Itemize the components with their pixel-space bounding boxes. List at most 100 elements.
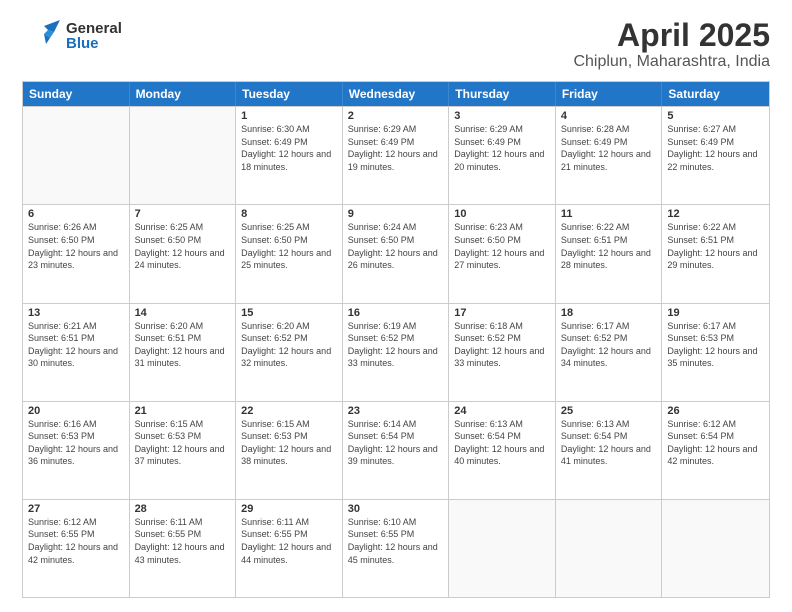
day-number: 3 [454,110,550,122]
page: General Blue April 2025 Chiplun, Maharas… [0,0,792,612]
day-number: 15 [241,307,337,319]
day-info: Sunrise: 6:16 AM Sunset: 6:53 PM Dayligh… [28,418,124,468]
day-info: Sunrise: 6:10 AM Sunset: 6:55 PM Dayligh… [348,516,444,566]
day-number: 23 [348,405,444,417]
calendar-header: SundayMondayTuesdayWednesdayThursdayFrid… [23,82,769,106]
calendar-cell: 16Sunrise: 6:19 AM Sunset: 6:52 PM Dayli… [343,304,450,401]
calendar-cell: 14Sunrise: 6:20 AM Sunset: 6:51 PM Dayli… [130,304,237,401]
calendar-cell: 2Sunrise: 6:29 AM Sunset: 6:49 PM Daylig… [343,107,450,204]
day-info: Sunrise: 6:21 AM Sunset: 6:51 PM Dayligh… [28,320,124,370]
calendar-body: 1Sunrise: 6:30 AM Sunset: 6:49 PM Daylig… [23,106,769,597]
calendar-cell: 10Sunrise: 6:23 AM Sunset: 6:50 PM Dayli… [449,205,556,302]
day-number: 14 [135,307,231,319]
calendar-week-1: 1Sunrise: 6:30 AM Sunset: 6:49 PM Daylig… [23,106,769,204]
day-number: 6 [28,208,124,220]
calendar-cell: 5Sunrise: 6:27 AM Sunset: 6:49 PM Daylig… [662,107,769,204]
calendar-cell: 23Sunrise: 6:14 AM Sunset: 6:54 PM Dayli… [343,402,450,499]
day-number: 24 [454,405,550,417]
day-info: Sunrise: 6:26 AM Sunset: 6:50 PM Dayligh… [28,221,124,271]
calendar-cell: 6Sunrise: 6:26 AM Sunset: 6:50 PM Daylig… [23,205,130,302]
logo-blue: Blue [66,36,122,51]
calendar-cell: 8Sunrise: 6:25 AM Sunset: 6:50 PM Daylig… [236,205,343,302]
day-info: Sunrise: 6:27 AM Sunset: 6:49 PM Dayligh… [667,123,764,173]
title-block: April 2025 Chiplun, Maharashtra, India [573,18,770,71]
day-number: 10 [454,208,550,220]
day-number: 27 [28,503,124,515]
calendar-header-saturday: Saturday [662,82,769,106]
day-info: Sunrise: 6:15 AM Sunset: 6:53 PM Dayligh… [135,418,231,468]
calendar-cell: 4Sunrise: 6:28 AM Sunset: 6:49 PM Daylig… [556,107,663,204]
calendar-cell: 29Sunrise: 6:11 AM Sunset: 6:55 PM Dayli… [236,500,343,597]
day-number: 21 [135,405,231,417]
calendar-week-3: 13Sunrise: 6:21 AM Sunset: 6:51 PM Dayli… [23,303,769,401]
logo: General Blue [22,18,122,54]
day-number: 16 [348,307,444,319]
calendar-cell [449,500,556,597]
generalblue-logo-icon [22,18,64,54]
calendar-header-friday: Friday [556,82,663,106]
calendar-cell: 13Sunrise: 6:21 AM Sunset: 6:51 PM Dayli… [23,304,130,401]
calendar-header-sunday: Sunday [23,82,130,106]
calendar-header-monday: Monday [130,82,237,106]
day-number: 22 [241,405,337,417]
calendar-cell: 1Sunrise: 6:30 AM Sunset: 6:49 PM Daylig… [236,107,343,204]
day-info: Sunrise: 6:11 AM Sunset: 6:55 PM Dayligh… [135,516,231,566]
day-info: Sunrise: 6:13 AM Sunset: 6:54 PM Dayligh… [561,418,657,468]
calendar-cell [130,107,237,204]
calendar-cell: 11Sunrise: 6:22 AM Sunset: 6:51 PM Dayli… [556,205,663,302]
day-number: 18 [561,307,657,319]
calendar-cell: 21Sunrise: 6:15 AM Sunset: 6:53 PM Dayli… [130,402,237,499]
calendar-cell: 26Sunrise: 6:12 AM Sunset: 6:54 PM Dayli… [662,402,769,499]
day-info: Sunrise: 6:20 AM Sunset: 6:52 PM Dayligh… [241,320,337,370]
day-number: 25 [561,405,657,417]
day-number: 1 [241,110,337,122]
day-number: 19 [667,307,764,319]
day-info: Sunrise: 6:12 AM Sunset: 6:55 PM Dayligh… [28,516,124,566]
calendar-header-tuesday: Tuesday [236,82,343,106]
day-number: 9 [348,208,444,220]
calendar-cell: 24Sunrise: 6:13 AM Sunset: 6:54 PM Dayli… [449,402,556,499]
day-info: Sunrise: 6:22 AM Sunset: 6:51 PM Dayligh… [561,221,657,271]
header: General Blue April 2025 Chiplun, Maharas… [22,18,770,71]
day-number: 7 [135,208,231,220]
calendar-cell [23,107,130,204]
day-number: 26 [667,405,764,417]
calendar-cell: 7Sunrise: 6:25 AM Sunset: 6:50 PM Daylig… [130,205,237,302]
day-number: 5 [667,110,764,122]
day-number: 29 [241,503,337,515]
day-number: 30 [348,503,444,515]
calendar-header-thursday: Thursday [449,82,556,106]
day-info: Sunrise: 6:18 AM Sunset: 6:52 PM Dayligh… [454,320,550,370]
calendar-header-wednesday: Wednesday [343,82,450,106]
day-info: Sunrise: 6:29 AM Sunset: 6:49 PM Dayligh… [348,123,444,173]
day-info: Sunrise: 6:12 AM Sunset: 6:54 PM Dayligh… [667,418,764,468]
day-number: 28 [135,503,231,515]
calendar-cell: 15Sunrise: 6:20 AM Sunset: 6:52 PM Dayli… [236,304,343,401]
page-title: April 2025 [573,18,770,53]
day-number: 4 [561,110,657,122]
day-number: 11 [561,208,657,220]
day-number: 13 [28,307,124,319]
calendar-cell: 18Sunrise: 6:17 AM Sunset: 6:52 PM Dayli… [556,304,663,401]
day-info: Sunrise: 6:20 AM Sunset: 6:51 PM Dayligh… [135,320,231,370]
logo-text: General Blue [66,21,122,51]
calendar-cell: 19Sunrise: 6:17 AM Sunset: 6:53 PM Dayli… [662,304,769,401]
day-number: 12 [667,208,764,220]
calendar-week-4: 20Sunrise: 6:16 AM Sunset: 6:53 PM Dayli… [23,401,769,499]
day-info: Sunrise: 6:11 AM Sunset: 6:55 PM Dayligh… [241,516,337,566]
calendar-week-5: 27Sunrise: 6:12 AM Sunset: 6:55 PM Dayli… [23,499,769,597]
calendar-cell: 17Sunrise: 6:18 AM Sunset: 6:52 PM Dayli… [449,304,556,401]
day-info: Sunrise: 6:15 AM Sunset: 6:53 PM Dayligh… [241,418,337,468]
calendar-cell [556,500,663,597]
calendar-cell: 27Sunrise: 6:12 AM Sunset: 6:55 PM Dayli… [23,500,130,597]
day-info: Sunrise: 6:25 AM Sunset: 6:50 PM Dayligh… [241,221,337,271]
day-info: Sunrise: 6:23 AM Sunset: 6:50 PM Dayligh… [454,221,550,271]
calendar-cell: 30Sunrise: 6:10 AM Sunset: 6:55 PM Dayli… [343,500,450,597]
day-info: Sunrise: 6:19 AM Sunset: 6:52 PM Dayligh… [348,320,444,370]
page-subtitle: Chiplun, Maharashtra, India [573,53,770,71]
day-number: 2 [348,110,444,122]
calendar-cell: 28Sunrise: 6:11 AM Sunset: 6:55 PM Dayli… [130,500,237,597]
day-number: 8 [241,208,337,220]
day-info: Sunrise: 6:17 AM Sunset: 6:53 PM Dayligh… [667,320,764,370]
day-number: 20 [28,405,124,417]
